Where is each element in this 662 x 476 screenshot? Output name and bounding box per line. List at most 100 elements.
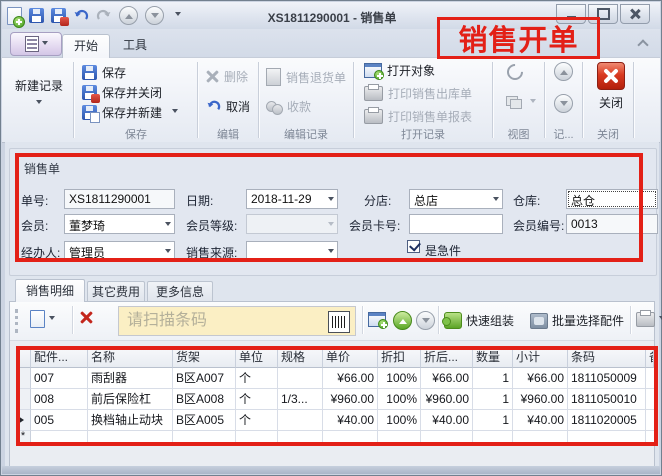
save-and-close-button[interactable]: 保存并关闭 (82, 84, 162, 101)
cell-discounted-price[interactable]: ¥66.00 (421, 368, 473, 389)
cell-shelf[interactable]: B区A007 (173, 368, 236, 389)
col-unit-price[interactable]: 单价 (323, 347, 378, 368)
order-no-field[interactable]: XS1811290001 (64, 189, 175, 209)
cell-quantity[interactable]: 1 (473, 368, 513, 389)
save-icon[interactable] (29, 8, 44, 23)
cell-unit-price[interactable]: ¥66.00 (323, 368, 378, 389)
cell-name[interactable]: 雨刮器 (88, 368, 173, 389)
close-button[interactable] (620, 4, 650, 24)
cell-remark[interactable] (646, 410, 654, 431)
save-button[interactable]: 保存 (82, 64, 126, 81)
batch-select-button[interactable]: 批量选择配件 (530, 312, 624, 329)
urgent-checkbox[interactable] (407, 240, 420, 253)
col-spec[interactable]: 规格 (278, 347, 323, 368)
scan-barcode-input[interactable] (118, 306, 356, 336)
toolbar-grip[interactable] (15, 309, 21, 333)
member-combo[interactable]: 董梦琦 (64, 214, 175, 234)
tab-more-info[interactable]: 更多信息 (147, 281, 213, 302)
maximize-button[interactable] (588, 4, 618, 24)
new-record-button[interactable]: 新建记录 (8, 63, 70, 121)
add-row-button[interactable] (30, 310, 55, 328)
qat-customize-icon[interactable] (175, 12, 181, 19)
cell-subtotal[interactable]: ¥960.00 (513, 389, 568, 410)
table-new-row[interactable]: * (16, 431, 654, 443)
cell-shelf[interactable]: B区A008 (173, 389, 236, 410)
tab-start[interactable]: 开始 (62, 34, 110, 58)
row-up-button[interactable] (393, 311, 412, 330)
cell-spec[interactable] (278, 410, 323, 431)
new-record-icon[interactable] (7, 7, 22, 25)
save-and-close-icon[interactable] (51, 8, 66, 23)
tab-tools[interactable]: 工具 (112, 34, 158, 57)
move-down-icon[interactable] (145, 6, 164, 25)
cell-remark[interactable] (646, 389, 654, 410)
cell-discount[interactable]: 100% (378, 368, 421, 389)
cell-quantity[interactable]: 1 (473, 389, 513, 410)
cell-discount[interactable]: 100% (378, 410, 421, 431)
refresh-button[interactable] (507, 64, 523, 80)
save-and-new-button[interactable]: 保存并新建 (82, 104, 178, 121)
redo-icon[interactable] (96, 8, 112, 24)
minimize-button[interactable] (556, 4, 586, 24)
cell-discounted-price[interactable]: ¥40.00 (421, 410, 473, 431)
cancel-button[interactable]: 取消 (206, 98, 250, 115)
cell-barcode[interactable]: 1811020005 (568, 410, 646, 431)
col-barcode[interactable]: 条码 (568, 347, 646, 368)
cell-part-no[interactable]: 005 (31, 410, 88, 431)
date-combo[interactable]: 2018-11-29 (246, 189, 338, 209)
cell-unit-price[interactable]: ¥40.00 (323, 410, 378, 431)
cell-spec[interactable]: 1/3... (278, 389, 323, 410)
col-unit[interactable]: 单位 (236, 347, 278, 368)
col-discounted-price[interactable]: 折后... (421, 347, 473, 368)
col-part-no[interactable]: 配件... (31, 347, 88, 368)
cell-shelf[interactable]: B区A005 (173, 410, 236, 431)
app-menu-button[interactable] (10, 32, 62, 56)
undo-icon[interactable] (73, 8, 89, 24)
tab-sales-detail[interactable]: 销售明细 (15, 279, 85, 302)
record-up-button[interactable] (554, 62, 573, 81)
delete-row-button[interactable] (80, 311, 93, 324)
cell-spec[interactable] (278, 368, 323, 389)
col-discount[interactable]: 折扣 (378, 347, 421, 368)
member-no-field[interactable]: 0013 (566, 214, 658, 234)
cell-name[interactable]: 换档轴止动块 (88, 410, 173, 431)
cell-subtotal[interactable]: ¥40.00 (513, 410, 568, 431)
member-card-field[interactable] (409, 214, 503, 234)
table-row[interactable]: 007 雨刮器 B区A007 个 ¥66.00 100% ¥66.00 1 ¥6… (16, 368, 654, 389)
col-shelf[interactable]: 货架 (173, 347, 236, 368)
cell-name[interactable]: 前后保险杠 (88, 389, 173, 410)
col-subtotal[interactable]: 小计 (513, 347, 568, 368)
quick-assemble-button[interactable]: 快速组装 (444, 312, 514, 329)
cell-barcode[interactable]: 1811050009 (568, 368, 646, 389)
col-name[interactable]: 名称 (88, 347, 173, 368)
collapse-ribbon-icon[interactable] (638, 38, 648, 48)
cell-part-no[interactable]: 008 (31, 389, 88, 410)
cell-unit-price[interactable]: ¥960.00 (323, 389, 378, 410)
cell-discount[interactable]: 100% (378, 389, 421, 410)
cell-quantity[interactable]: 1 (473, 410, 513, 431)
branch-combo[interactable]: 总店 (409, 189, 503, 209)
warehouse-combo[interactable]: 总仓 (566, 189, 658, 209)
save-and-close-label: 保存并关闭 (102, 84, 162, 101)
table-row[interactable]: 008 前后保险杠 B区A008 个 1/3... ¥960.00 100% ¥… (16, 389, 654, 410)
cell-remark[interactable] (646, 368, 654, 389)
open-object-toolbar-button[interactable] (368, 312, 386, 327)
handler-combo[interactable]: 管理员 (64, 241, 175, 261)
cell-discounted-price[interactable]: ¥960.00 (421, 389, 473, 410)
cell-unit[interactable]: 个 (236, 410, 278, 431)
cell-subtotal[interactable]: ¥66.00 (513, 368, 568, 389)
record-down-button[interactable] (554, 94, 573, 113)
cell-unit[interactable]: 个 (236, 368, 278, 389)
cell-part-no[interactable]: 007 (31, 368, 88, 389)
tab-other-fees[interactable]: 其它费用 (87, 281, 145, 302)
open-object-button[interactable]: 打开对象 (364, 62, 435, 79)
move-up-icon[interactable] (119, 6, 138, 25)
sales-source-combo[interactable] (246, 241, 338, 261)
col-quantity[interactable]: 数量 (473, 347, 513, 368)
table-row-current[interactable]: 005 换档轴止动块 B区A005 个 ¥40.00 100% ¥40.00 1… (16, 410, 654, 431)
col-remark[interactable]: 备 (646, 347, 654, 368)
close-form-button[interactable]: 关闭 (594, 62, 628, 111)
print-grid-button[interactable] (636, 312, 662, 327)
cell-unit[interactable]: 个 (236, 389, 278, 410)
cell-barcode[interactable]: 1811050010 (568, 389, 646, 410)
